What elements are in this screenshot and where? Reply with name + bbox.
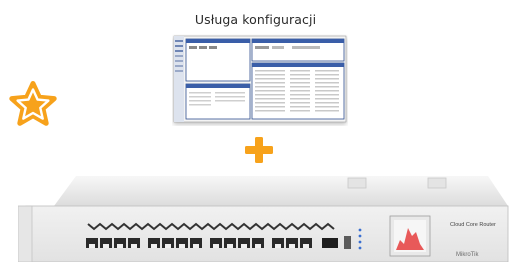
star-icon (9, 81, 57, 126)
service-caption: Usługa konfiguracji (194, 12, 317, 27)
configuration-screenshot (173, 35, 347, 123)
router-device: Cloud Core Router MikroTik (18, 176, 509, 262)
plus-icon (245, 137, 273, 163)
router-model-label: Cloud Core Router (450, 222, 496, 228)
mikrotik-logo: MikroTik (456, 252, 479, 258)
